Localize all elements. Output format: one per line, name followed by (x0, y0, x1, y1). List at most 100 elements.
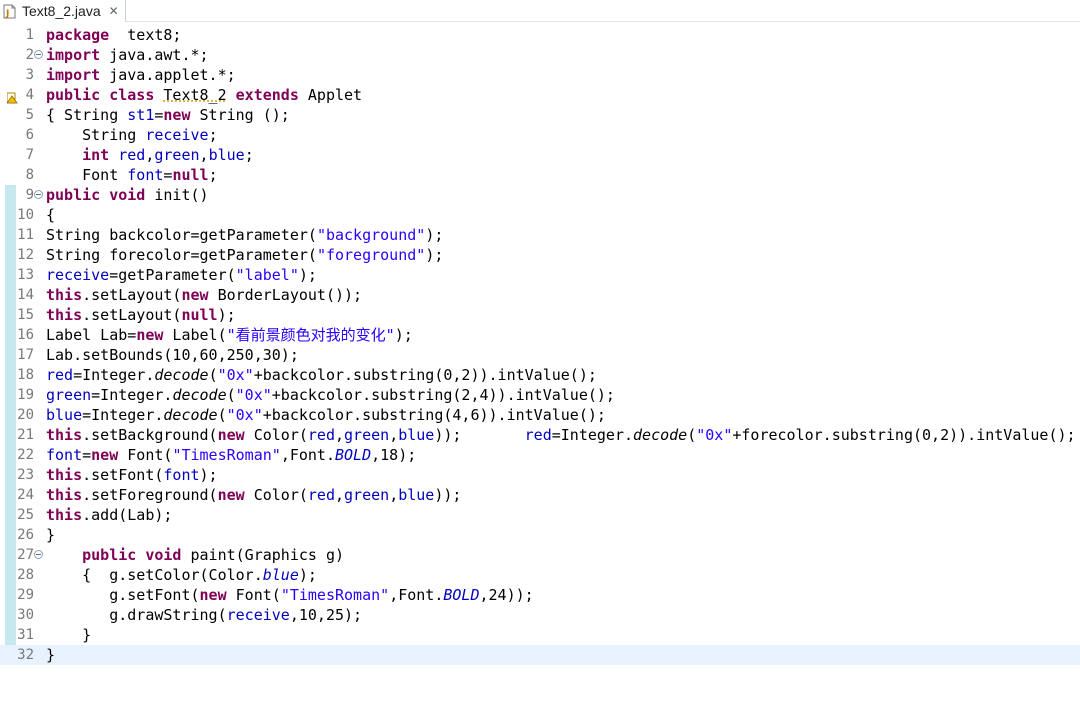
code-text: green=Integer.decode("0x"+backcolor.subs… (46, 386, 615, 404)
code-text: { (46, 206, 56, 224)
line-number: 21 (17, 427, 34, 443)
code-line[interactable]: 19 green=Integer.decode("0x"+backcolor.su… (0, 385, 1080, 405)
line-number: 30 (17, 607, 34, 623)
code-line[interactable]: 21 this.setBackground(new Color(red,green… (0, 425, 1080, 445)
line-number: 16 (17, 327, 34, 343)
code-text: this.setLayout(new BorderLayout()); (46, 286, 363, 304)
code-text: } (46, 526, 56, 544)
code-line[interactable]: 17 Lab.setBounds(10,60,250,30); (0, 345, 1080, 365)
line-number: 7 (25, 147, 34, 163)
code-line[interactable]: 14 this.setLayout(new BorderLayout()); (0, 285, 1080, 305)
code-line[interactable]: 11 String backcolor=getParameter("backgro… (0, 225, 1080, 245)
code-text: Font font=null; (46, 166, 218, 184)
fold-collapse-icon[interactable] (34, 550, 43, 559)
code-line[interactable]: 5 { String st1=new String (); (0, 105, 1080, 125)
code-line[interactable]: 20 blue=Integer.decode("0x"+backcolor.sub… (0, 405, 1080, 425)
line-number: 8 (25, 167, 34, 183)
code-line[interactable]: 10 { (0, 205, 1080, 225)
line-number: 14 (17, 287, 34, 303)
code-text: font=new Font("TimesRoman",Font.BOLD,18)… (46, 446, 417, 464)
fold-collapse-icon[interactable] (34, 50, 43, 59)
code-line[interactable]: 24 this.setForeground(new Color(red,green… (0, 485, 1080, 505)
code-line[interactable]: 29 g.setFont(new Font("TimesRoman",Font.… (0, 585, 1080, 605)
code-line[interactable]: 22 font=new Font("TimesRoman",Font.BOLD,1… (0, 445, 1080, 465)
code-text: Lab.setBounds(10,60,250,30); (46, 346, 299, 364)
editor-tab-bar: J Text8_2.java ✕ (0, 0, 1080, 22)
code-line[interactable]: 4 public class Text8_2 extends Applet (0, 85, 1080, 105)
java-file-icon: J (3, 4, 17, 19)
code-line[interactable]: 7 int red,green,blue; (0, 145, 1080, 165)
line-number: 5 (25, 107, 34, 123)
line-number: 26 (17, 527, 34, 543)
code-text: receive=getParameter("label"); (46, 266, 317, 284)
line-number: 19 (17, 387, 34, 403)
code-line[interactable]: 32} (0, 645, 1080, 665)
code-line[interactable]: 6 String receive; (0, 125, 1080, 145)
code-text: this.setFont(font); (46, 466, 218, 484)
code-line[interactable]: 31 } (0, 625, 1080, 645)
editor-tab[interactable]: J Text8_2.java ✕ (0, 0, 126, 22)
code-line[interactable]: 12 String forecolor=getParameter("foregro… (0, 245, 1080, 265)
line-number: 3 (25, 67, 34, 83)
line-number: 10 (17, 207, 34, 223)
code-line[interactable]: 27 public void paint(Graphics g) (0, 545, 1080, 565)
code-line[interactable]: 28 { g.setColor(Color.blue); (0, 565, 1080, 585)
close-icon[interactable]: ✕ (109, 5, 119, 17)
line-number: 23 (17, 467, 34, 483)
line-number: 27 (17, 547, 34, 563)
line-number: 6 (25, 127, 34, 143)
line-number: 9 (25, 187, 34, 203)
code-line[interactable]: 18 red=Integer.decode("0x"+backcolor.subs… (0, 365, 1080, 385)
code-text: } (46, 626, 92, 644)
line-number: 13 (17, 267, 34, 283)
code-text: String forecolor=getParameter("foregroun… (46, 246, 444, 264)
line-number: 22 (17, 447, 34, 463)
code-line[interactable]: 26} (0, 525, 1080, 545)
code-text: { String st1=new String (); (46, 106, 290, 124)
code-text: int red,green,blue; (82, 146, 254, 164)
code-text: blue=Integer.decode("0x"+backcolor.subst… (46, 406, 606, 424)
line-number: 17 (17, 347, 34, 363)
code-line[interactable]: 16 Label Lab=new Label("看前景颜色对我的变化"); (0, 325, 1080, 345)
code-text: this.setLayout(null); (46, 306, 236, 324)
line-number: 29 (17, 587, 34, 603)
code-editor[interactable]: 1 package text8; 2 import java.awt.*; 3 impor… (0, 23, 1080, 707)
code-line[interactable]: 23 this.setFont(font); (0, 465, 1080, 485)
code-text: { g.setColor(Color.blue); (46, 566, 317, 584)
line-number: 18 (17, 367, 34, 383)
line-number: 12 (17, 247, 34, 263)
code-text: this.setForeground(new Color(red,green,b… (46, 486, 462, 504)
code-text: import java.awt.*; (46, 46, 209, 64)
code-text: this.add(Lab); (46, 506, 173, 524)
code-line[interactable]: 8 Font font=null; (0, 165, 1080, 185)
line-number: 15 (17, 307, 34, 323)
code-text: Label Lab=new Label("看前景颜色对我的变化"); (46, 326, 413, 344)
line-number: 2 (25, 47, 34, 63)
code-line[interactable]: 2 import java.awt.*; (0, 45, 1080, 65)
code-text: String backcolor=getParameter("backgroun… (46, 226, 444, 244)
fold-collapse-icon[interactable] (34, 190, 43, 199)
line-number: 32 (17, 647, 34, 663)
line-number: 11 (17, 227, 34, 243)
code-text: public void paint(Graphics g) (82, 546, 345, 564)
line-number: 4 (25, 87, 34, 103)
code-line[interactable]: 3 import java.applet.*; (0, 65, 1080, 85)
line-number: 24 (17, 487, 34, 503)
svg-text:J: J (5, 9, 9, 19)
code-line[interactable]: 25 this.add(Lab); (0, 505, 1080, 525)
code-text: this.setBackground(new Color(red,green,b… (46, 426, 1076, 444)
code-line[interactable]: 1 package text8; (0, 25, 1080, 45)
code-line[interactable]: 15 this.setLayout(null); (0, 305, 1080, 325)
line-number: 31 (17, 627, 34, 643)
code-line[interactable]: 13 receive=getParameter("label"); (0, 265, 1080, 285)
line-number: 20 (17, 407, 34, 423)
code-text: String receive; (46, 126, 218, 144)
code-line[interactable]: 30 g.drawString(receive,10,25); (0, 605, 1080, 625)
line-number: 28 (17, 567, 34, 583)
code-text: public class Text8_2 extends Applet (46, 86, 363, 104)
code-text: import java.applet.*; (46, 66, 236, 84)
line-number: 1 (25, 27, 34, 43)
code-text: } (46, 646, 56, 664)
code-line[interactable]: 9 public void init() (0, 185, 1080, 205)
code-text: g.drawString(receive,10,25); (46, 606, 363, 624)
